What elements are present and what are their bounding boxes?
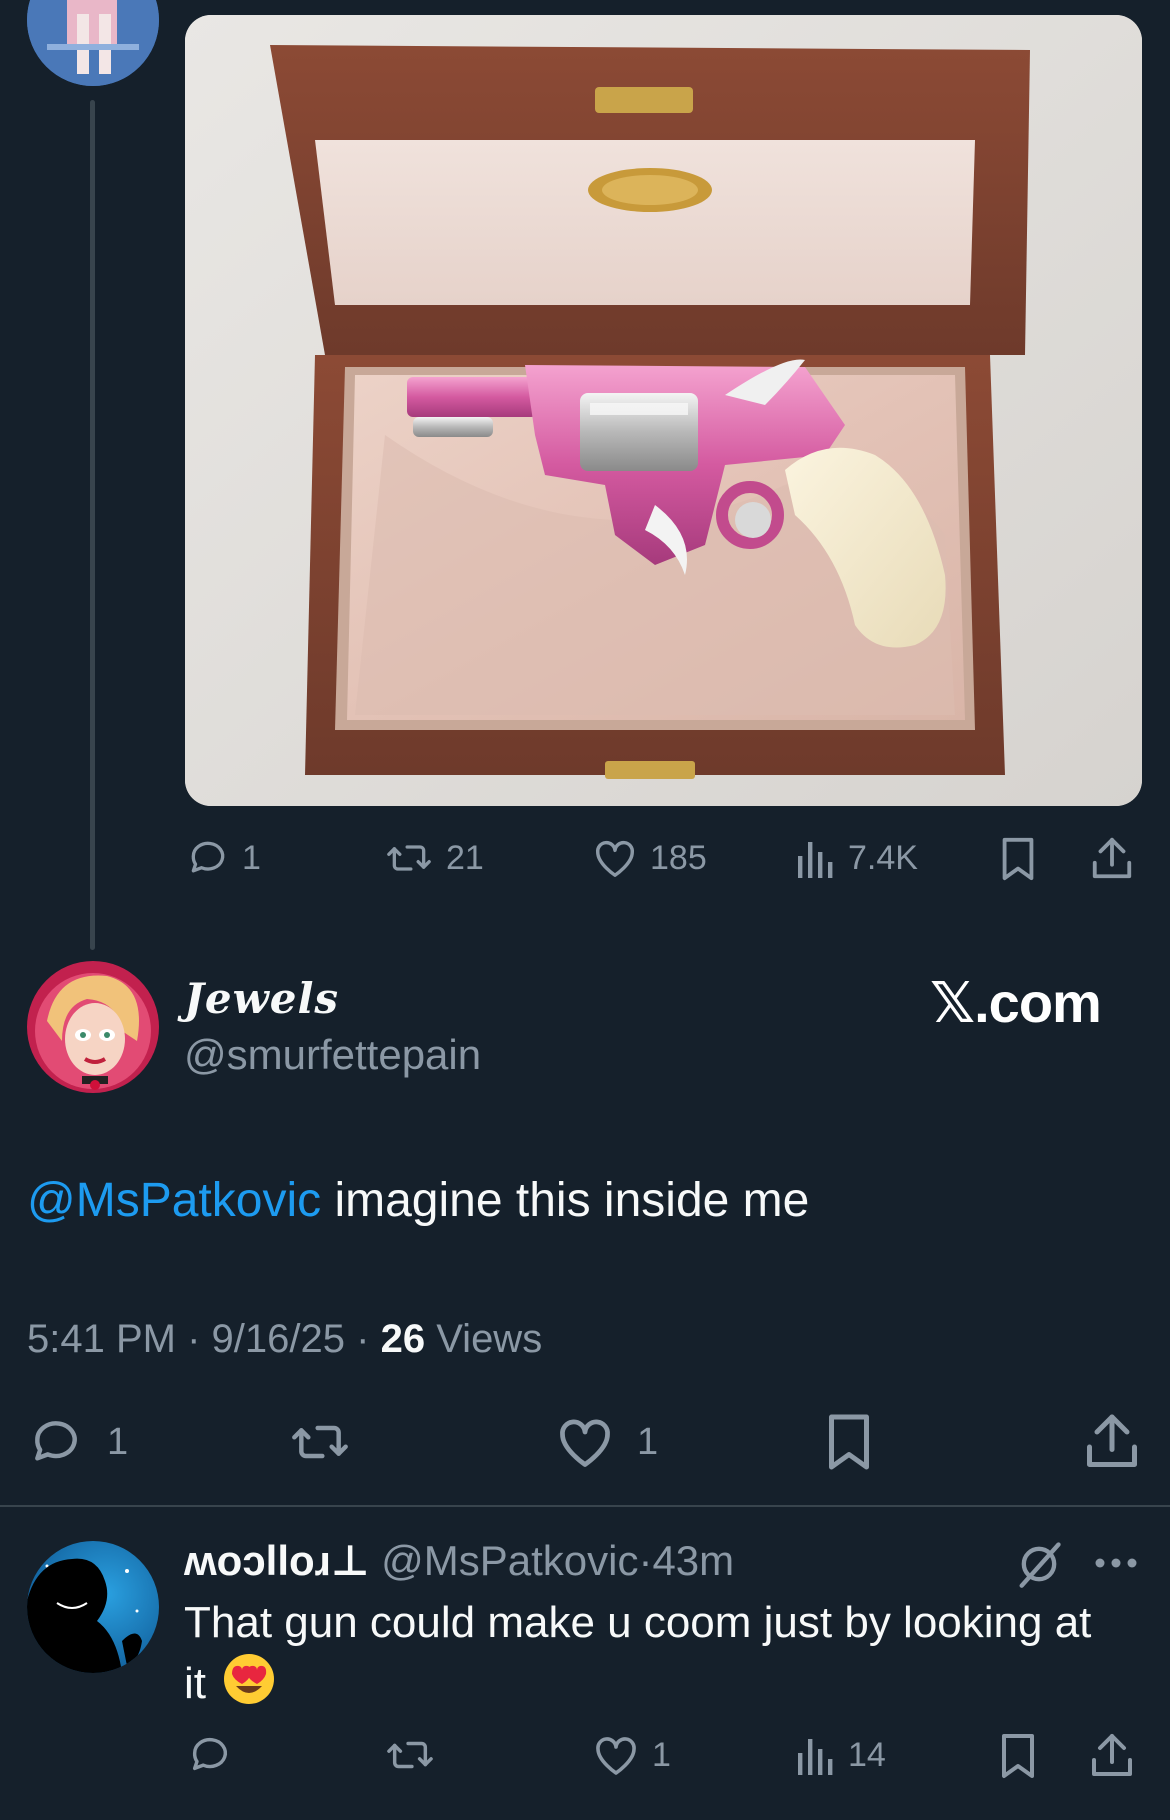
views-chart-icon (796, 1732, 836, 1778)
meta-separator: · (638, 1537, 653, 1584)
divider (0, 1505, 1170, 1507)
parent-like-button[interactable]: 185 (592, 836, 707, 880)
parent-repost-button[interactable]: 21 (384, 836, 484, 880)
reply-display-name[interactable]: ʍoɔlloɹ⊥ (184, 1537, 369, 1584)
parent-views-button[interactable]: 7.4K (796, 836, 918, 880)
reply-bookmark-button[interactable] (998, 1732, 1038, 1780)
like-count: 1 (637, 1420, 659, 1463)
reply-text: That gun could make u coom just by looki… (184, 1594, 1091, 1721)
reply-time[interactable]: 43m (652, 1537, 734, 1584)
like-count: 185 (650, 838, 707, 877)
bookmark-icon (998, 836, 1038, 882)
meta-separator: · (356, 1317, 370, 1361)
tweet-meta: 5:41 PM · 9/16/25 · 26 Views (27, 1317, 542, 1362)
share-icon (1090, 1732, 1134, 1780)
reply-button[interactable]: 1 (27, 1414, 128, 1470)
repost-icon (384, 836, 434, 880)
repost-button[interactable] (287, 1414, 353, 1470)
more-options-icon[interactable] (1094, 1556, 1138, 1575)
reply-text-line-1: That gun could make u coom just by looki… (184, 1598, 1092, 1647)
thread-connector-line (90, 100, 95, 950)
bookmark-icon (998, 1732, 1038, 1780)
views-count: 14 (848, 1735, 886, 1774)
views-count[interactable]: 26 (381, 1317, 426, 1361)
reply-header: ʍoɔlloɹ⊥ @MsPatkovic·43m (184, 1536, 734, 1585)
reply-repost-button[interactable] (384, 1732, 436, 1778)
reply-like-button[interactable]: 1 (592, 1732, 671, 1778)
like-button[interactable]: 1 (555, 1414, 658, 1470)
heart-icon (592, 836, 638, 880)
share-icon (1090, 836, 1134, 882)
share-icon (1084, 1412, 1140, 1472)
reply-text-tail: it (184, 1659, 206, 1709)
tweet-date[interactable]: 9/16/25 (212, 1317, 345, 1361)
heart-eyes-emoji-icon (222, 1652, 276, 1721)
share-button[interactable] (1084, 1412, 1140, 1472)
heart-icon (592, 1732, 640, 1778)
author-handle[interactable]: @smurfettepain (184, 1031, 481, 1079)
reply-icon (186, 836, 230, 880)
parent-share-button[interactable] (1090, 836, 1134, 882)
author-avatar[interactable] (27, 961, 159, 1093)
tweet-media-image[interactable] (185, 15, 1142, 806)
reply-share-button[interactable] (1090, 1732, 1134, 1780)
reply-handle[interactable]: @MsPatkovic (381, 1537, 638, 1584)
reply-text-line-2: it (184, 1652, 1091, 1721)
grok-icon[interactable] (1013, 1538, 1065, 1595)
tweet-time[interactable]: 5:41 PM (27, 1317, 176, 1361)
meta-separator: · (187, 1317, 201, 1361)
bookmark-icon (823, 1412, 875, 1472)
tweet-body: imagine this inside me (321, 1174, 810, 1227)
author-display-name[interactable]: Jewels (184, 974, 339, 1023)
like-count: 1 (652, 1735, 671, 1774)
mention-link[interactable]: @MsPatkovic (27, 1174, 321, 1227)
views-count: 7.4K (848, 838, 918, 877)
views-label[interactable]: Views (436, 1317, 542, 1361)
parent-reply-button[interactable]: 1 (186, 836, 261, 880)
parent-bookmark-button[interactable] (998, 836, 1038, 882)
x-com-watermark: 𝕏.com (930, 971, 1102, 1034)
reply-icon (186, 1732, 234, 1778)
bookmark-button[interactable] (823, 1412, 875, 1472)
reply-views-button[interactable]: 14 (796, 1732, 886, 1778)
repost-icon (384, 1732, 436, 1778)
reply-reply-button[interactable] (186, 1732, 234, 1778)
reply-icon (27, 1414, 85, 1470)
parent-avatar[interactable] (27, 0, 159, 86)
reply-avatar[interactable] (27, 1541, 159, 1673)
tweet-text: @MsPatkovic imagine this inside me (27, 1173, 809, 1228)
repost-icon (287, 1414, 353, 1470)
reply-count: 1 (107, 1420, 129, 1463)
reply-count: 1 (242, 838, 261, 877)
heart-icon (555, 1414, 615, 1470)
repost-count: 21 (446, 838, 484, 877)
views-chart-icon (796, 836, 836, 880)
